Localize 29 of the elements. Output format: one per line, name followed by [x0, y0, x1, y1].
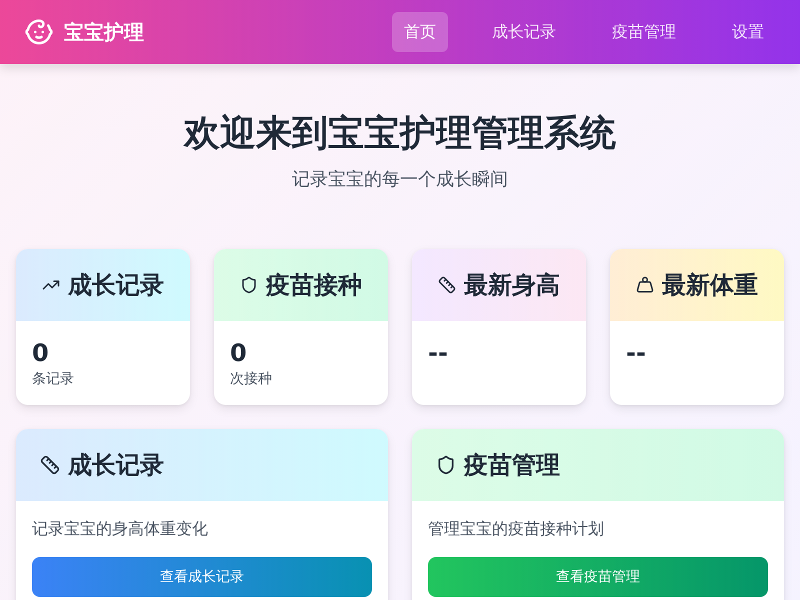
stat-title: 最新体重 [662, 270, 758, 301]
nav-link[interactable]: 疫苗管理 [600, 12, 688, 52]
shield-icon [240, 276, 258, 294]
shield-icon [436, 455, 456, 475]
stat-title: 最新身高 [464, 270, 560, 301]
feature-title: 疫苗管理 [464, 450, 560, 481]
view-button[interactable]: 查看疫苗管理 [428, 557, 768, 597]
ruler-icon [438, 276, 456, 294]
stat-title: 疫苗接种 [266, 270, 362, 301]
stat-value: 0 [230, 338, 248, 369]
weight-icon [636, 276, 654, 294]
page-subtitle: 记录宝宝的每一个成长瞬间 [292, 168, 508, 192]
stat-unit: 次接种 [230, 370, 273, 389]
baby-face-icon [24, 17, 54, 47]
feature-description: 记录宝宝的身高体重变化 [32, 518, 209, 540]
stat-value: -- [428, 338, 449, 369]
nav-link[interactable]: 设置 [720, 12, 776, 52]
stat-value: -- [626, 338, 647, 369]
ruler-icon [40, 455, 60, 475]
stat-value: 0 [32, 338, 50, 369]
page-title: 欢迎来到宝宝护理管理系统 [184, 112, 616, 156]
brand-name: 宝宝护理 [64, 19, 144, 46]
stat-unit: 条记录 [32, 370, 75, 389]
view-button[interactable]: 查看成长记录 [32, 557, 372, 597]
feature-title: 成长记录 [68, 450, 164, 481]
nav-link[interactable]: 成长记录 [480, 12, 568, 52]
nav-link[interactable]: 首页 [392, 12, 448, 52]
stat-title: 成长记录 [68, 270, 164, 301]
feature-description: 管理宝宝的疫苗接种计划 [428, 518, 605, 540]
